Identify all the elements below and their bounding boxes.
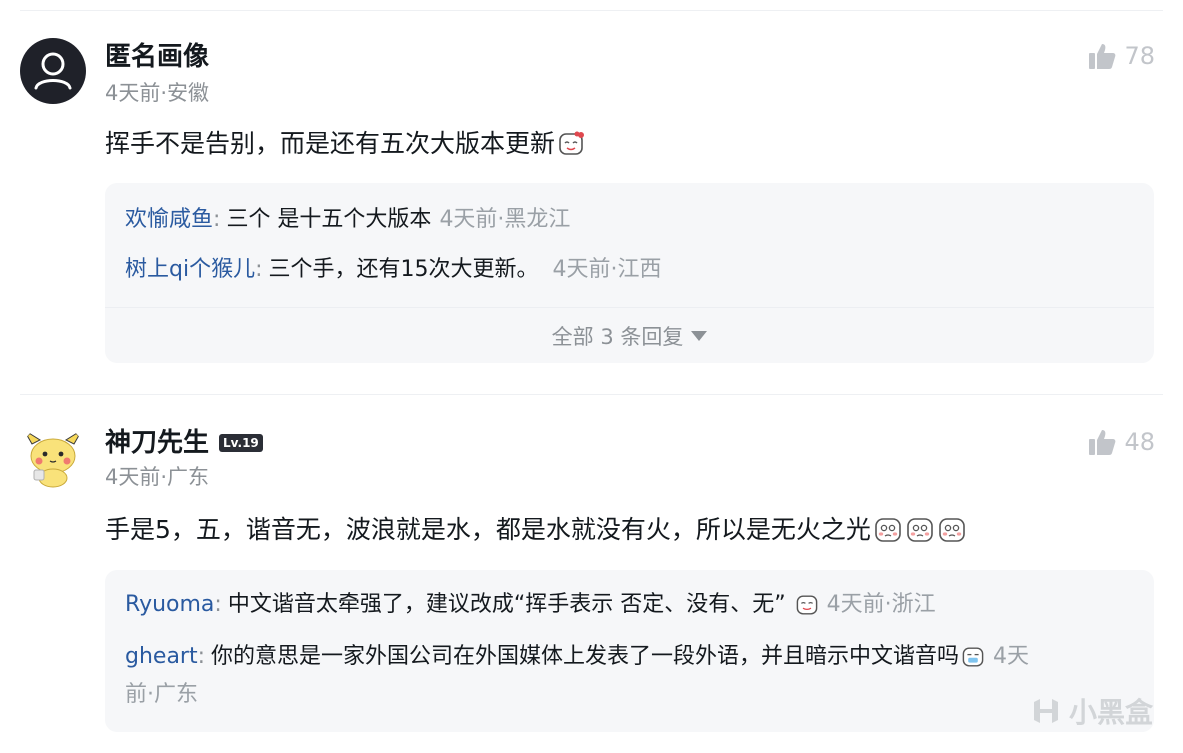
reply-item[interactable]: gheart: 你的意思是一家外国公司在外国媒体上发表了一段外语，并且暗示中文谐音… <box>105 638 1154 714</box>
like-count: 78 <box>1124 42 1155 70</box>
reply-item[interactable]: 树上qi个猴儿: 三个手，还有15次大更新。 4天前·江西 <box>105 253 1154 287</box>
level-badge: Lv.19 <box>219 434 263 452</box>
comment-feed: 匿名画像 4天前·安徽 78 挥手不是告别，而是还有五次大版本更新 欢愉咸鱼: 三… <box>0 0 1183 753</box>
like-button[interactable]: 48 <box>1088 428 1155 456</box>
user-silhouette-icon <box>34 52 72 90</box>
avatar[interactable] <box>20 424 86 490</box>
username[interactable]: 神刀先生 <box>105 428 209 458</box>
reply-text: 三个手，还有15次大更新。 <box>268 257 539 282</box>
wave-emoji-icon <box>559 131 585 155</box>
watermark: 小黑盒 <box>1029 691 1153 731</box>
username[interactable]: 匿名画像 <box>105 42 209 72</box>
comment-body: 挥手不是告别，而是还有五次大版本更新 <box>105 128 587 160</box>
reply-text: 你的意思是一家外国公司在外国媒体上发表了一段外语，并且暗示中文谐音吗 <box>211 644 960 669</box>
caret-down-icon <box>691 331 708 341</box>
reply-author[interactable]: Ryuoma <box>125 592 214 617</box>
comment-header: 神刀先生 Lv.19 <box>105 428 263 458</box>
teary-emoji-icon <box>962 647 984 667</box>
show-all-replies-button[interactable]: 全部 3 条回复 <box>105 323 1154 351</box>
reply-time: 4天 <box>993 644 1030 669</box>
reply-colon: : <box>214 592 222 617</box>
show-all-replies-label: 全部 3 条回复 <box>551 325 684 349</box>
crying-emoji-icon <box>939 518 965 542</box>
reply-colon: : <box>255 257 263 282</box>
thumbs-up-icon <box>1089 44 1116 69</box>
like-button[interactable]: 78 <box>1088 42 1155 70</box>
reply-time: 4天前·江西 <box>552 257 662 282</box>
thumbs-up-icon <box>1089 430 1116 455</box>
comment-body: 手是5，五，谐音无，波浪就是水，都是水就没有火，所以是无火之光 <box>105 514 967 546</box>
reply-colon: : <box>213 207 221 232</box>
smile-emoji-icon <box>796 595 817 615</box>
comment-meta: 4天前·广东 <box>105 465 210 489</box>
reply-time: 4天前·浙江 <box>826 592 936 617</box>
reply-author[interactable]: 欢愉咸鱼 <box>125 207 213 232</box>
divider <box>20 394 1163 395</box>
like-count: 48 <box>1124 428 1155 456</box>
reply-box: Ryuoma: 中文谐音太牵强了，建议改成“挥手表示 否定、没有、无” 4天前·浙… <box>105 570 1154 732</box>
reply-item[interactable]: 欢愉咸鱼: 三个 是十五个大版本 4天前·黑龙江 <box>105 203 1154 237</box>
reply-text: 中文谐音太牵强了，建议改成“挥手表示 否定、没有、无” <box>227 592 786 617</box>
reply-text: 三个 是十五个大版本 <box>226 207 432 232</box>
reply-item[interactable]: Ryuoma: 中文谐音太牵强了，建议改成“挥手表示 否定、没有、无” 4天前·浙… <box>105 588 1154 622</box>
watermark-text: 小黑盒 <box>1068 696 1153 729</box>
reply-author[interactable]: gheart <box>125 644 198 669</box>
crying-emoji-icon <box>875 518 901 542</box>
crying-emoji-icon <box>907 518 933 542</box>
reply-divider <box>105 307 1154 308</box>
pikachu-avatar-icon <box>23 429 83 488</box>
comment-header: 匿名画像 <box>105 42 209 72</box>
reply-box: 欢愉咸鱼: 三个 是十五个大版本 4天前·黑龙江 树上qi个猴儿: 三个手，还有15次… <box>105 183 1154 363</box>
comment-text: 手是5，五，谐音无，波浪就是水，都是水就没有火，所以是无火之光 <box>105 515 871 544</box>
heybox-logo-icon <box>1033 699 1058 723</box>
reply-author[interactable]: 树上qi个猴儿 <box>125 257 255 282</box>
avatar[interactable] <box>20 38 86 104</box>
reply-time-cont: 前·广东 <box>125 682 198 707</box>
reply-time: 4天前·黑龙江 <box>439 207 571 232</box>
comment-text: 挥手不是告别，而是还有五次大版本更新 <box>105 129 556 158</box>
reply-colon: : <box>197 644 206 669</box>
comment-meta: 4天前·安徽 <box>105 81 210 105</box>
divider <box>20 10 1163 11</box>
